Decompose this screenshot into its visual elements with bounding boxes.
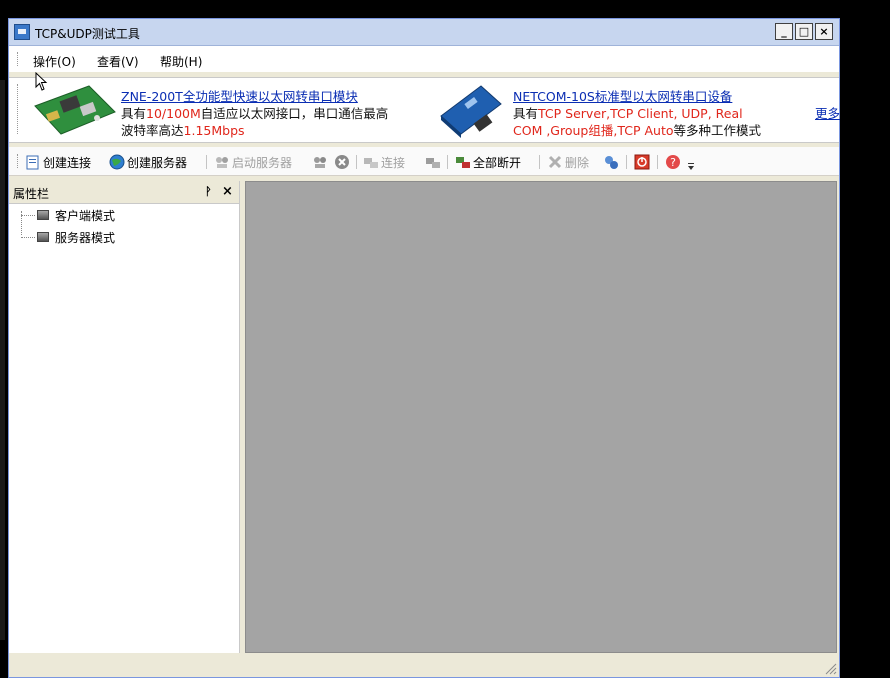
maximize-button[interactable]: □ xyxy=(795,23,813,40)
power-button[interactable] xyxy=(634,153,652,171)
toolbar-grip[interactable] xyxy=(17,154,20,168)
globe-icon xyxy=(109,154,125,170)
panel-title: 属性栏 xyxy=(13,187,50,201)
product1-line2-red: 1.15Mbps xyxy=(183,123,245,138)
product2-line1-a: 具有 xyxy=(513,106,539,121)
title-bar[interactable]: TCP&UDP测试工具 _ □ × xyxy=(9,19,839,46)
disconnect-icon xyxy=(426,158,440,168)
properties-panel: 属性栏 ᚹ × 客户端模式 服务器模式 xyxy=(9,181,240,653)
connect-label: 连接 xyxy=(381,155,406,170)
tree-item-client-mode[interactable]: 客户端模式 xyxy=(21,207,115,223)
disconnect-all-label: 全部断开 xyxy=(473,155,522,170)
connect-button[interactable]: 连接 xyxy=(363,153,405,171)
app-window: TCP&UDP测试工具 _ □ × 操作(O) 查看(V) 帮助(H) ZNE-… xyxy=(8,18,840,678)
disconnect-button[interactable] xyxy=(425,153,443,171)
menu-operate[interactable]: 操作(O) xyxy=(33,53,76,70)
help-icon: ? xyxy=(666,155,680,169)
product2-line2: COM ,Group组播,TCP Auto等多种工作模式 xyxy=(513,120,761,139)
resize-grip-icon[interactable] xyxy=(823,661,837,675)
create-server-button[interactable]: 创建服务器 xyxy=(109,153,187,171)
pin-icon[interactable]: ᚹ xyxy=(205,185,212,198)
panel-close-button[interactable]: × xyxy=(222,184,233,199)
tree-item-label: 服务器模式 xyxy=(55,230,116,245)
create-server-label: 创建服务器 xyxy=(127,155,188,170)
tree-item-server-mode[interactable]: 服务器模式 xyxy=(21,229,115,245)
stop-server-button[interactable] xyxy=(312,153,330,171)
start-server-label: 启动服务器 xyxy=(232,155,293,170)
chevron-down-icon xyxy=(688,163,694,170)
toolbar-overflow-button[interactable] xyxy=(687,157,695,175)
toolbar: 创建连接 创建服务器 启动服务器 连接 全部断开 删除 ? xyxy=(9,147,839,176)
stop-server-icon xyxy=(314,157,326,168)
node-icon xyxy=(37,232,49,242)
menu-bar: 操作(O) 查看(V) 帮助(H) xyxy=(9,46,839,72)
tree-dash xyxy=(21,214,35,216)
product2-line2-b: 等多种工作模式 xyxy=(673,123,762,138)
toolbar-separator xyxy=(447,155,448,169)
menu-help[interactable]: 帮助(H) xyxy=(160,53,202,70)
product1-line1-a: 具有 xyxy=(121,106,147,121)
toolbar-separator xyxy=(626,155,627,169)
menu-grip[interactable] xyxy=(17,52,20,66)
create-connection-button[interactable]: 创建连接 xyxy=(25,153,91,171)
mouse-cursor-icon xyxy=(35,72,48,91)
product-banner: ZNE-200T全功能型快速以太网转串口模块 具有10/100M自适应以太网接口… xyxy=(9,77,840,143)
window-title: TCP&UDP测试工具 xyxy=(35,27,140,41)
tree-item-label: 客户端模式 xyxy=(55,208,116,223)
delete-label: 删除 xyxy=(565,155,590,170)
more-link[interactable]: 更多 xyxy=(815,103,840,122)
toolbar-separator xyxy=(657,155,658,169)
svg-text:?: ? xyxy=(670,156,676,169)
app-icon xyxy=(14,24,30,40)
product2-line2-red: COM ,Group组播,TCP Auto xyxy=(513,123,674,138)
create-connection-label: 创建连接 xyxy=(43,155,92,170)
new-connection-icon xyxy=(26,155,39,170)
toolbar-separator xyxy=(356,155,357,169)
workspace-area[interactable] xyxy=(245,181,837,653)
banner-grip[interactable] xyxy=(17,84,20,134)
tree-dash xyxy=(21,236,35,238)
product1-line1-b: 自适应以太网接口，串口通信最高 xyxy=(200,106,389,121)
product1-line2-a: 波特率高达 xyxy=(121,123,184,138)
status-bar xyxy=(9,655,839,677)
disconnect-all-button[interactable]: 全部断开 xyxy=(455,153,521,171)
product1-line1-red: 10/100M xyxy=(146,106,201,121)
settings-button[interactable] xyxy=(603,153,621,171)
start-server-icon xyxy=(216,157,228,168)
menu-view[interactable]: 查看(V) xyxy=(97,53,139,70)
power-icon xyxy=(634,154,650,170)
start-server-button[interactable]: 启动服务器 xyxy=(214,153,292,171)
toolbar-separator xyxy=(539,155,540,169)
connect-icon xyxy=(364,158,378,168)
node-icon xyxy=(37,210,49,220)
background-strip xyxy=(0,80,5,640)
product2-line1-red: TCP Server,TCP Client, UDP, Real xyxy=(538,106,743,121)
cancel-icon-button[interactable] xyxy=(334,153,352,171)
close-button[interactable]: × xyxy=(815,23,833,40)
minimize-button[interactable]: _ xyxy=(775,23,793,40)
delete-button[interactable]: 删除 xyxy=(547,153,589,171)
help-button[interactable]: ? xyxy=(665,153,683,171)
panel-header: 属性栏 ᚹ × xyxy=(9,181,239,204)
toolbar-separator xyxy=(206,155,207,169)
delete-icon xyxy=(548,155,562,169)
tools-icon xyxy=(605,156,618,169)
cancel-icon xyxy=(335,155,349,169)
disconnect-all-icon xyxy=(456,157,470,168)
product1-line2: 波特率高达1.15Mbps xyxy=(121,120,245,139)
netcom-device-image[interactable] xyxy=(435,82,505,138)
